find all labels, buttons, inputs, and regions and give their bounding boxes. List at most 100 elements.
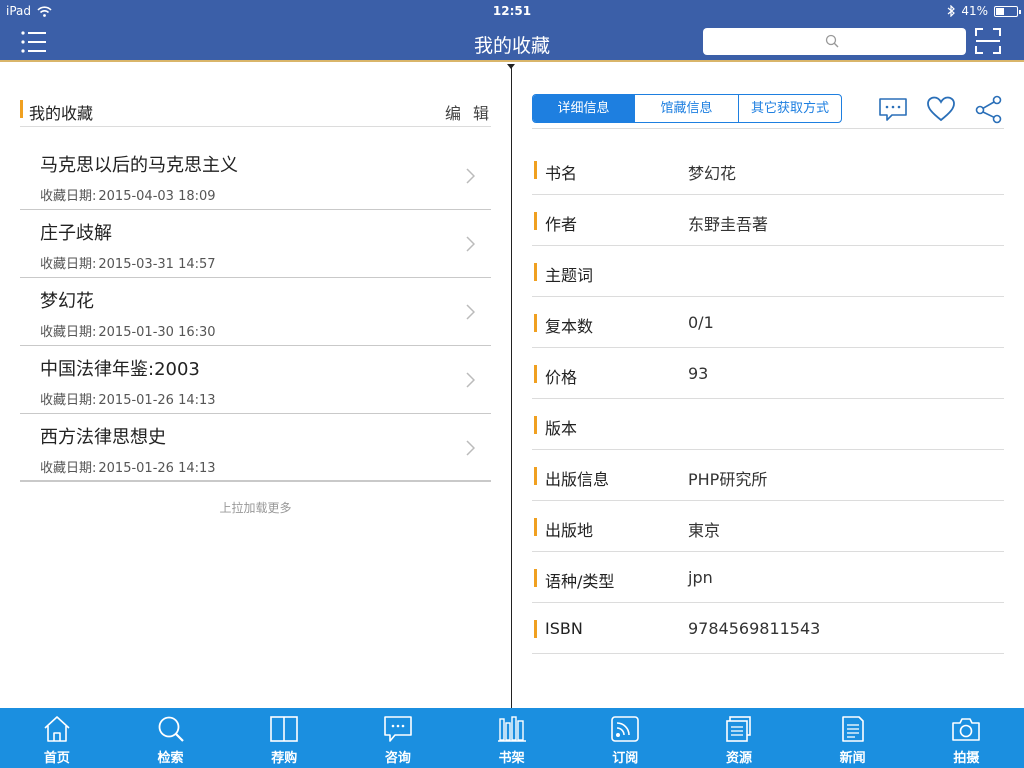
favorite-item[interactable]: 梦幻花 收藏日期: 2015-01-30 16:30 [20,278,491,346]
detail-key: 语种/类型 [545,572,615,591]
detail-value: PHP研究所 [688,470,768,489]
tabbar-item-consult[interactable]: 咨询 [341,708,455,768]
tabbar-label: 拍摄 [953,751,980,766]
row-marker [534,365,537,383]
tabbar-label: 荐购 [271,751,298,766]
share-icon[interactable] [974,94,1004,124]
favorite-title: 中国法律年鉴:2003 [40,359,200,380]
favorite-date: 收藏日期: 2015-04-03 18:09 [40,185,216,204]
section-marker [20,100,23,118]
tabbar-label: 咨询 [384,751,411,766]
favorite-date: 收藏日期: 2015-01-26 14:13 [40,457,216,476]
home-icon [44,716,70,742]
search-box[interactable] [703,28,966,55]
favorite-date-value: 2015-01-26 14:13 [98,461,216,476]
tabbar-item-camera[interactable]: 拍摄 [910,708,1024,768]
detail-value: 0/1 [688,313,714,332]
favorite-date: 收藏日期: 2015-01-26 14:13 [40,389,216,408]
bottom-tab-bar: 首页 检索 荐购 咨询 书架 订阅 资源 新闻 拍摄 [0,708,1024,768]
detail-value: 9784569811543 [688,619,821,638]
tabbar-label: 订阅 [612,751,639,766]
detail-key: 书名 [545,164,578,183]
detail-row-copies: 复本数 0/1 [532,297,1004,348]
row-marker [534,620,537,638]
chevron-right-icon [466,236,475,252]
news-icon [841,716,864,742]
tabbar-label: 资源 [725,751,752,766]
detail-value: 東京 [688,521,721,540]
favorite-date-label: 收藏日期: [40,257,97,272]
favorite-date-label: 收藏日期: [40,461,97,476]
favorite-item[interactable]: 中国法律年鉴:2003 收藏日期: 2015-01-26 14:13 [20,346,491,414]
status-time: 12:51 [492,4,532,18]
bluetooth-icon [947,5,956,17]
row-marker [534,416,537,434]
favorite-item[interactable]: 马克思以后的马克思主义 收藏日期: 2015-04-03 18:09 [20,142,491,210]
scan-icon[interactable] [975,28,1001,54]
detail-value: 93 [688,364,709,383]
tabbar-item-search[interactable]: 检索 [114,708,228,768]
tab-other-access[interactable]: 其它获取方式 [739,95,841,122]
status-bar: iPad 12:51 41% [0,0,1024,22]
detail-row-price: 价格 93 [532,348,1004,399]
rss-icon [611,716,640,742]
detail-row-isbn: ISBN 9784569811543 [532,603,1004,654]
navigation-bar: 我的收藏 [0,22,1024,62]
favorite-item[interactable]: 西方法律思想史 收藏日期: 2015-01-26 14:13 [20,414,491,482]
row-marker [534,467,537,485]
favorite-title: 西方法律思想史 [40,427,166,448]
tabbar-item-recommend[interactable]: 荐购 [227,708,341,768]
favorites-pane: 我的收藏 编辑 马克思以后的马克思主义 收藏日期: 2015-04-03 18:0… [0,64,511,708]
tab-holdings[interactable]: 馆藏信息 [635,95,739,122]
detail-tabs: 详细信息 馆藏信息 其它获取方式 [532,94,842,123]
chevron-right-icon [466,168,475,184]
detail-row-author: 作者 东野圭吾著 [532,195,1004,246]
detail-row-place: 出版地 東京 [532,501,1004,552]
bookshelf-icon [497,716,526,742]
detail-key: 价格 [545,368,578,387]
tab-details[interactable]: 详细信息 [533,95,635,122]
detail-key: 版本 [545,419,578,438]
chevron-right-icon [466,372,475,388]
detail-key: 出版信息 [545,470,610,489]
detail-row-publisher: 出版信息 PHP研究所 [532,450,1004,501]
tabbar-label: 书架 [498,751,525,766]
favorite-item[interactable]: 庄子歧解 收藏日期: 2015-03-31 14:57 [20,210,491,278]
favorite-date-label: 收藏日期: [40,189,97,204]
detail-key: 出版地 [545,521,594,540]
tabbar-item-bookshelf[interactable]: 书架 [455,708,569,768]
detail-list: 书名 梦幻花 作者 东野圭吾著 主题词 复本数 0/1 价格 93 版本 出版信息 PHP… [532,144,1004,654]
camera-icon [952,718,981,741]
favorite-heart-icon[interactable] [926,94,956,124]
edit-button[interactable]: 编辑 [445,100,501,124]
tabbar-item-news[interactable]: 新闻 [796,708,910,768]
detail-row-subject: 主题词 [532,246,1004,297]
search-input[interactable] [843,32,958,51]
comment-icon[interactable] [878,94,908,124]
chevron-right-icon [466,304,475,320]
tabbar-item-subscribe[interactable]: 订阅 [568,708,682,768]
tabbar-item-home[interactable]: 首页 [0,708,114,768]
tabbar-item-resources[interactable]: 资源 [682,708,796,768]
detail-pane: 详细信息 馆藏信息 其它获取方式 书名 梦幻花 作者 东野圭吾著 主题词 复本数 0/… [512,64,1024,708]
favorite-date: 收藏日期: 2015-01-30 16:30 [40,321,216,340]
detail-row-edition: 版本 [532,399,1004,450]
detail-key: ISBN [545,619,583,638]
favorites-title: 我的收藏 [29,104,94,123]
row-marker [534,212,537,230]
tabbar-label: 首页 [43,751,70,766]
favorite-date-value: 2015-04-03 18:09 [98,189,216,204]
detail-row-language: 语种/类型 jpn [532,552,1004,603]
row-marker [534,518,537,536]
book-icon [270,716,299,742]
battery-icon [994,5,1021,17]
favorite-date-value: 2015-01-26 14:13 [98,393,216,408]
detail-key: 主题词 [545,266,594,285]
resources-icon [726,716,751,742]
chevron-right-icon [466,440,475,456]
battery-percent: 41% [961,4,988,18]
chat-icon [384,716,412,742]
search-icon [825,34,839,48]
search-icon [158,716,184,742]
detail-value: jpn [688,568,713,587]
